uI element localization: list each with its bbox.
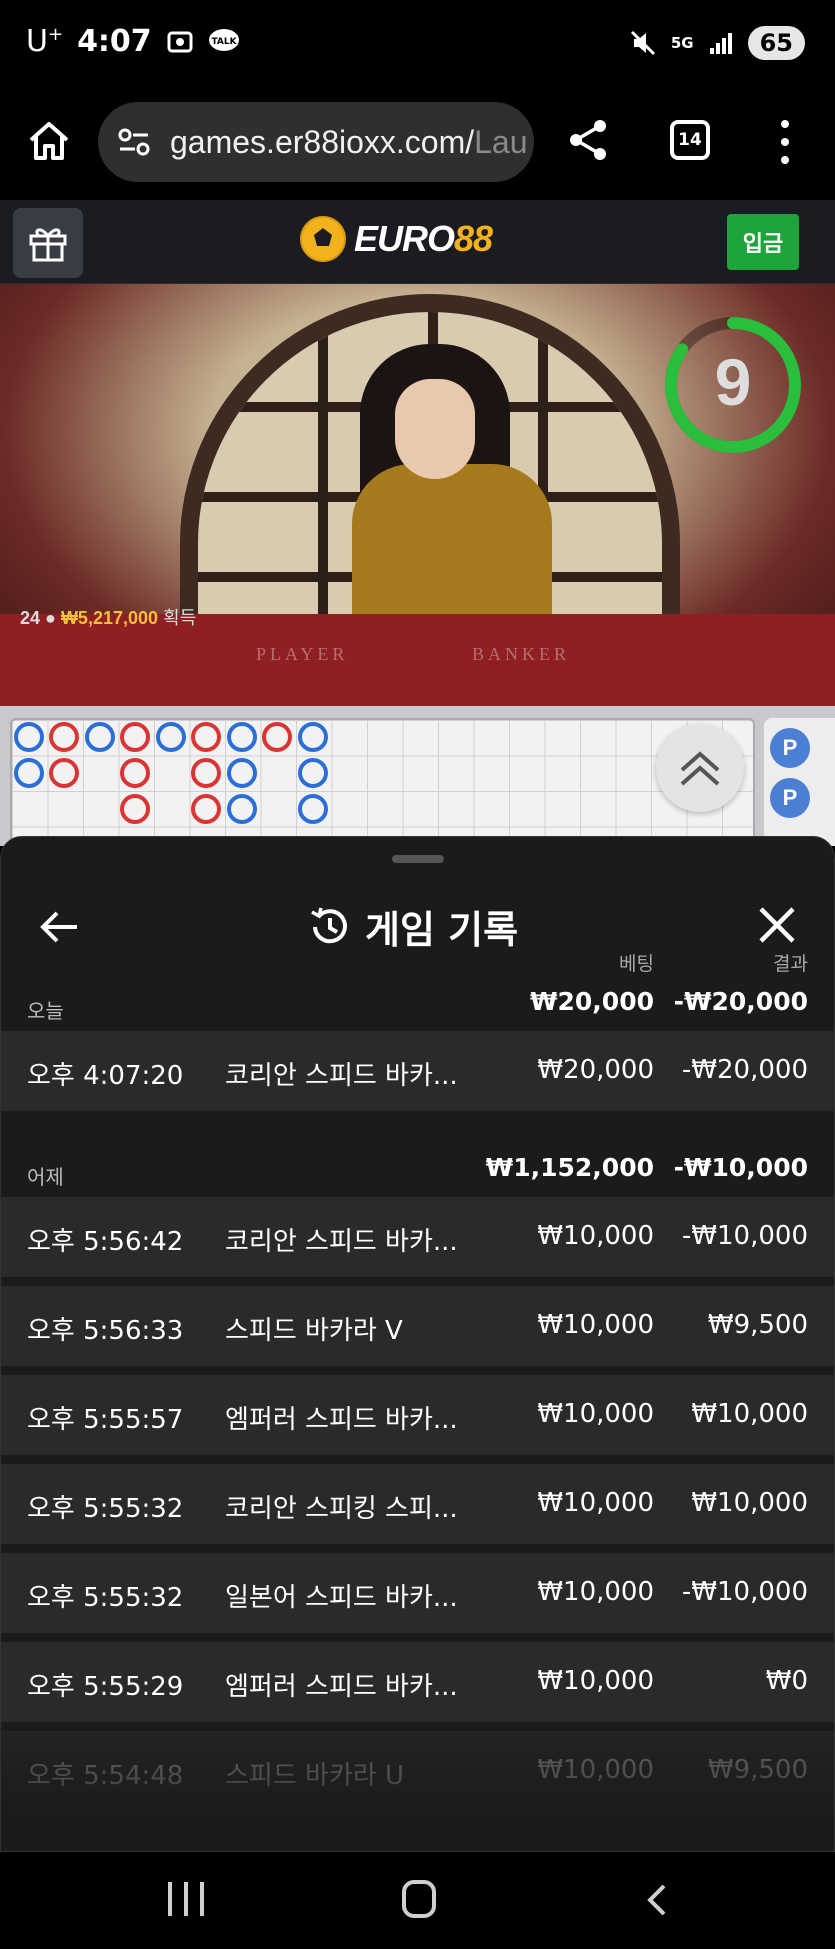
signal-icon (709, 33, 732, 54)
history-row[interactable]: 오후 5:54:48 스피드 바카라 U ₩10,000 ₩9,500 (1, 1731, 834, 1811)
history-row[interactable]: 오후 5:55:32 코리안 스피킹 스피... ₩10,000 ₩10,000 (1, 1464, 834, 1544)
drag-handle[interactable] (392, 855, 444, 863)
browser-toolbar: games.er88ioxx.com/Lau 14 (0, 90, 835, 200)
winners-summary: 24 ● ₩5,217,000 획득 (20, 608, 197, 628)
clock: 4:07 (77, 24, 152, 59)
tab-switcher-button[interactable]: 14 (670, 120, 710, 160)
system-nav-bar (0, 1852, 835, 1949)
bead-player (85, 722, 115, 752)
side-road: P P (764, 718, 835, 846)
day-summary-yesterday: 어제 ₩1,152,000 -₩10,000 (27, 1153, 808, 1189)
status-bar: U+ 4:07 TALK 5G 65 (0, 0, 835, 90)
site-settings-icon[interactable] (116, 124, 152, 160)
bead-banker (120, 722, 150, 752)
battery-indicator: 65 (747, 26, 805, 60)
bead-banker (49, 722, 79, 752)
soccer-ball-icon (300, 216, 346, 262)
bead-banker (191, 794, 221, 824)
history-row[interactable]: 오후 5:55:57 엠퍼러 스피드 바카... ₩10,000 ₩10,000 (1, 1375, 834, 1455)
gift-icon (29, 228, 67, 262)
back-button[interactable] (640, 1882, 676, 1918)
road-map: P P (0, 706, 835, 846)
share-icon[interactable] (566, 118, 610, 162)
bead-banker (49, 758, 79, 788)
bead-road-grid (10, 718, 755, 846)
countdown-number: 9 (714, 345, 752, 419)
history-row[interactable]: 오후 5:55:32 일본어 스피드 바카... ₩10,000 -₩10,00… (1, 1553, 834, 1633)
bead-player (227, 722, 257, 752)
live-video[interactable]: PLAYER BANKER 9 24 ● ₩5,217,000 획득 (0, 284, 835, 706)
kakaotalk-icon: TALK (208, 28, 239, 51)
url-text: games.er88ioxx.com/Lau (170, 123, 528, 160)
carrier-label: U+ (26, 24, 64, 59)
screenshot-icon (167, 31, 193, 52)
bead-player (298, 758, 328, 788)
bead-player (298, 722, 328, 752)
svg-text:TALK: TALK (211, 37, 237, 47)
gift-button[interactable] (13, 208, 83, 278)
bead-player (156, 722, 186, 752)
column-header-bet: 베팅 (619, 953, 654, 975)
deposit-button[interactable]: 입금 (727, 214, 799, 270)
url-bar[interactable]: games.er88ioxx.com/Lau (98, 102, 534, 182)
scroll-up-button[interactable] (656, 724, 744, 812)
column-header-result: 결과 (773, 953, 808, 975)
back-arrow-icon[interactable] (37, 905, 81, 949)
bead-player (14, 722, 44, 752)
history-row[interactable]: 오후 5:56:42 코리안 스피드 바카... ₩10,000 -₩10,00… (1, 1197, 834, 1277)
more-menu-icon[interactable] (775, 120, 795, 164)
network-icon: 5G (670, 34, 694, 52)
bead-banker (191, 758, 221, 788)
panel-title: 게임 기록 (365, 908, 519, 952)
bead-player (298, 794, 328, 824)
bead-banker (120, 794, 150, 824)
history-icon (311, 907, 347, 943)
table-label-player: PLAYER (256, 644, 349, 664)
mute-icon (630, 30, 655, 56)
table-label-banker: BANKER (472, 644, 571, 664)
brand-logo[interactable]: EURO88 (298, 214, 493, 264)
bead-player (14, 758, 44, 788)
history-row[interactable]: 오후 5:56:33 스피드 바카라 V ₩10,000 ₩9,500 (1, 1286, 834, 1366)
history-row[interactable]: 오후 5:55:29 엠퍼러 스피드 바카... ₩10,000 ₩0 (1, 1642, 834, 1722)
bead-banker (262, 722, 292, 752)
player-chip: P (770, 778, 810, 818)
bead-player (227, 794, 257, 824)
close-icon[interactable] (757, 905, 797, 945)
double-chevron-up-icon (680, 751, 720, 786)
home-icon[interactable] (26, 118, 72, 164)
bead-banker (191, 722, 221, 752)
recent-apps-button[interactable] (168, 1882, 204, 1918)
day-summary-today: 오늘 ₩20,000 -₩20,000 (27, 987, 808, 1023)
home-button[interactable] (402, 1880, 436, 1918)
history-row[interactable]: 오후 4:07:20 코리안 스피드 바카... ₩20,000 -₩20,00… (1, 1031, 834, 1111)
bead-player (227, 758, 257, 788)
column-headers: 베팅 결과 (1, 949, 834, 979)
bead-banker (120, 758, 150, 788)
site-header: EURO88 입금 (0, 200, 835, 284)
game-history-panel: 게임 기록 베팅 결과 오늘 ₩20,000 -₩20,000 오후 4:07:… (0, 836, 835, 1852)
player-chip: P (770, 728, 810, 768)
person-icon: ● (45, 608, 56, 628)
